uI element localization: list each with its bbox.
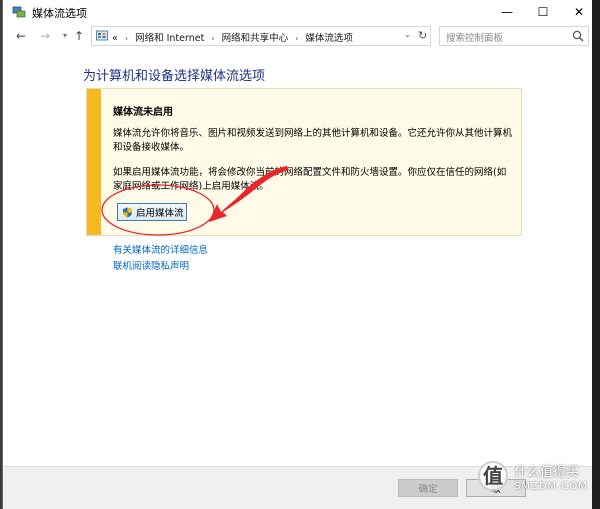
navigation-bar: ← → ▾ ↑ « › 网络和 Internet › 网络和共享中心 › 媒体流… xyxy=(3,24,600,48)
media-streaming-options-window: 媒体流选项 — ☐ ✕ ← → ▾ ↑ « › 网络和 Internet › 网… xyxy=(2,0,600,509)
breadcrumb-overflow[interactable]: « xyxy=(112,33,118,44)
privacy-statement-link[interactable]: 联机阅读隐私声明 xyxy=(113,258,189,272)
smzdm-logo: 值 xyxy=(478,461,508,491)
address-bar[interactable]: « › 网络和 Internet › 网络和共享中心 › 媒体流选项 ⌄ ↻ xyxy=(91,26,431,46)
info-description: 媒体流允许你将音乐、图片和视频发送到网络上的其他计算机和设备。它还允许你从其他计… xyxy=(113,128,513,153)
info-heading: 媒体流未启用 xyxy=(113,107,173,118)
breadcrumb-separator: › xyxy=(211,34,215,43)
up-arrow-icon[interactable]: ↑ xyxy=(71,28,87,44)
page-title: 为计算机和设备选择媒体流选项 xyxy=(83,69,266,84)
search-placeholder: 搜索控制面板 xyxy=(446,33,504,44)
ok-button[interactable]: 确定 xyxy=(398,479,458,497)
watermark-title: 什么值得买 xyxy=(514,465,580,480)
refresh-icon[interactable]: ↻ xyxy=(418,29,427,42)
breadcrumb-network-sharing-center[interactable]: 网络和共享中心 xyxy=(222,33,289,44)
breadcrumb: « › 网络和 Internet › 网络和共享中心 › 媒体流选项 xyxy=(112,30,353,44)
search-icon[interactable] xyxy=(572,30,584,42)
annotation-arrow xyxy=(209,166,289,222)
search-input[interactable]: 搜索控制面板 xyxy=(439,26,589,46)
desktop-background-right xyxy=(592,0,600,509)
title-bar: 媒体流选项 — ☐ ✕ xyxy=(3,0,600,24)
maximize-button[interactable]: ☐ xyxy=(525,0,561,24)
media-stream-icon xyxy=(12,6,26,18)
watermark-domain: SMZDM.COM xyxy=(514,481,588,492)
media-streaming-details-link[interactable]: 有关媒体流的详细信息 xyxy=(113,242,208,256)
breadcrumb-separator: › xyxy=(124,34,129,43)
address-history-chevron-icon[interactable]: ⌄ xyxy=(404,30,411,39)
minimize-button[interactable]: — xyxy=(489,0,525,24)
back-arrow-icon[interactable]: ← xyxy=(13,28,29,44)
control-panel-icon xyxy=(96,30,108,41)
annotation-circle xyxy=(101,184,215,236)
window-title: 媒体流选项 xyxy=(32,7,87,20)
smzdm-watermark: 值 什么值得买 SMZDM.COM xyxy=(470,455,600,509)
breadcrumb-network-internet[interactable]: 网络和 Internet xyxy=(135,33,204,44)
breadcrumb-media-streaming[interactable]: 媒体流选项 xyxy=(305,33,353,44)
breadcrumb-separator: › xyxy=(295,34,299,43)
forward-arrow-icon[interactable]: → xyxy=(37,28,53,44)
